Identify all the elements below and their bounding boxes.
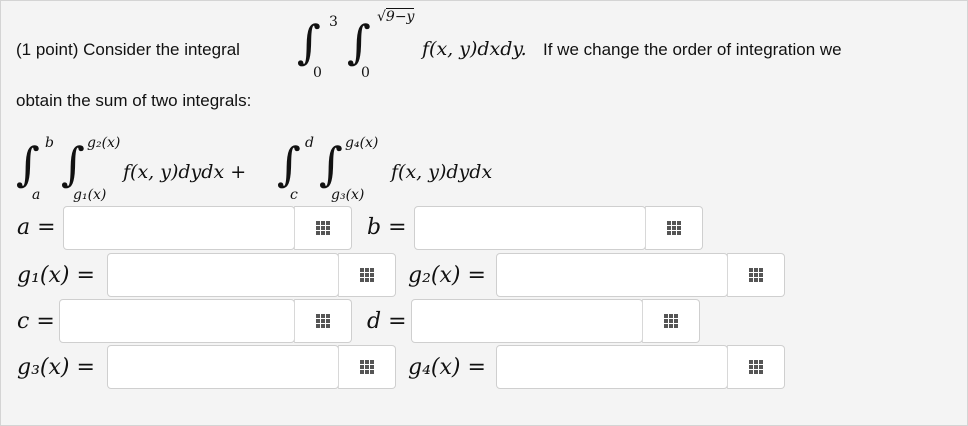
sum-int1-outer-sign: ∫ <box>16 137 40 191</box>
outer-integral-sign: ∫ <box>297 15 321 69</box>
grid-icon <box>316 221 330 235</box>
problem-intro: (1 point) Consider the integral <box>16 40 240 59</box>
label-a: a = <box>17 215 56 240</box>
label-g3: g₃(x) = <box>17 355 95 380</box>
sum-int2-inner-sign: ∫ <box>319 137 343 191</box>
label-g1-text: g₁(x) = <box>17 263 95 288</box>
sqrt-radicand: 9−y <box>385 8 415 25</box>
input-d[interactable] <box>412 300 642 342</box>
input-c[interactable] <box>60 300 294 342</box>
sum-int1-inner-upper: g₂(x) <box>87 135 121 151</box>
field-c-box <box>59 299 295 343</box>
field-b-box <box>414 206 646 250</box>
input-a[interactable] <box>64 207 294 249</box>
input-g4[interactable] <box>497 346 727 388</box>
label-c-text: c = <box>17 309 55 334</box>
math-keyboard-button-g2[interactable] <box>727 253 785 297</box>
label-g2-text: g₂(x) = <box>408 263 486 288</box>
sum-int1-outer-upper: b <box>45 135 54 151</box>
input-b[interactable] <box>415 207 645 249</box>
field-g4-box <box>496 345 728 389</box>
label-g1: g₁(x) = <box>17 263 95 288</box>
sum-int2-outer-upper: d <box>305 135 314 151</box>
sum-int2-outer-lower: c <box>290 187 298 203</box>
grid-icon <box>664 314 678 328</box>
grid-icon <box>749 268 763 282</box>
input-g3[interactable] <box>108 346 338 388</box>
sum-int2-inner-upper: g₄(x) <box>345 135 379 151</box>
field-a-box <box>63 206 295 250</box>
input-g1[interactable] <box>108 254 338 296</box>
field-g2-box <box>496 253 728 297</box>
question-panel: (1 point) Consider the integral ∫ 3 0 ∫ … <box>0 0 968 426</box>
field-g3-box <box>107 345 339 389</box>
math-keyboard-button-g3[interactable] <box>338 345 396 389</box>
label-g4: g₄(x) = <box>408 355 486 380</box>
inner-integral-sign: ∫ <box>347 15 371 69</box>
outer-lower-limit: 0 <box>313 65 322 81</box>
math-keyboard-button-g4[interactable] <box>727 345 785 389</box>
problem-suffix: If we change the order of integration we <box>543 40 842 59</box>
sum-int1-integrand: f(x, y)dydx + <box>123 161 247 183</box>
math-keyboard-button-a[interactable] <box>294 206 352 250</box>
math-keyboard-button-g1[interactable] <box>338 253 396 297</box>
grid-icon <box>360 268 374 282</box>
grid-icon <box>667 221 681 235</box>
field-g1-box <box>107 253 339 297</box>
grid-icon <box>316 314 330 328</box>
given-integrand: f(x, y)dxdy. <box>422 38 527 60</box>
label-b: b = <box>367 215 407 240</box>
grid-icon <box>360 360 374 374</box>
label-d-text: d = <box>367 309 407 334</box>
label-g4-text: g₄(x) = <box>408 355 486 380</box>
inner-lower-limit: 0 <box>361 65 370 81</box>
sum-int2-integrand: f(x, y)dydx <box>391 161 493 183</box>
sum-int1-inner-sign: ∫ <box>61 137 85 191</box>
outer-upper-limit: 3 <box>329 14 338 30</box>
label-d: d = <box>367 309 407 334</box>
math-keyboard-button-b[interactable] <box>645 206 703 250</box>
label-g2: g₂(x) = <box>408 263 486 288</box>
sum-int2-outer-sign: ∫ <box>277 137 301 191</box>
math-keyboard-button-d[interactable] <box>642 299 700 343</box>
field-d-box <box>411 299 643 343</box>
label-g3-text: g₃(x) = <box>17 355 95 380</box>
label-a-text: a = <box>17 215 56 240</box>
grid-icon <box>749 360 763 374</box>
label-b-text: b = <box>367 215 407 240</box>
sum-int1-outer-lower: a <box>32 187 41 203</box>
sum-int2-inner-lower: g₃(x) <box>331 187 365 203</box>
input-g2[interactable] <box>497 254 727 296</box>
label-c: c = <box>17 309 55 334</box>
math-keyboard-button-c[interactable] <box>294 299 352 343</box>
problem-line2: obtain the sum of two integrals: <box>16 91 252 110</box>
inner-upper-limit: √9−y <box>377 8 415 25</box>
sum-int1-inner-lower: g₁(x) <box>73 187 107 203</box>
